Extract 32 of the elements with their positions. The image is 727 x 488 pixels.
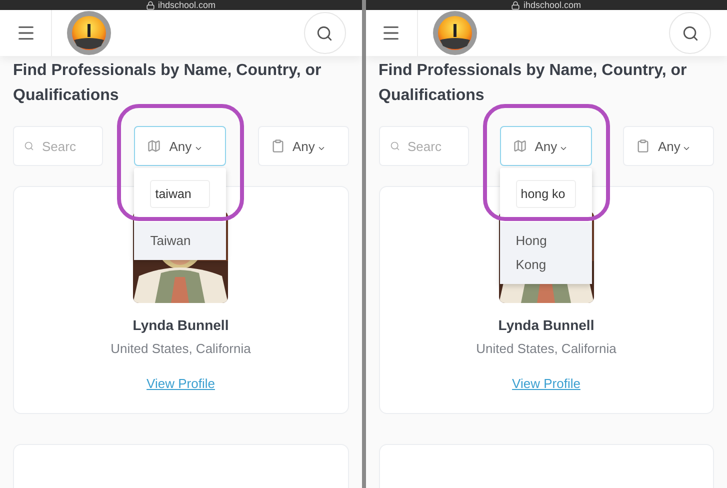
clipboard-icon [636, 139, 650, 153]
dropdown-search-field[interactable]: hong ko [516, 180, 576, 208]
search-button[interactable] [304, 12, 346, 54]
dropdown-option[interactable]: Hong Kong [500, 222, 592, 284]
map-icon [512, 139, 527, 153]
lock-icon [511, 0, 520, 10]
search-icon [24, 139, 34, 153]
search-icon [390, 139, 400, 153]
filter-select[interactable]: Any [623, 126, 714, 166]
profile-name: Lynda Bunnell [132, 317, 229, 333]
filter-select[interactable]: Any [258, 126, 348, 166]
search-field[interactable]: Searc [42, 138, 92, 154]
profile-name: Lynda Bunnell [498, 317, 594, 333]
search-icon [682, 24, 698, 42]
search-field[interactable]: Searc [408, 138, 458, 154]
clipboard-icon [270, 139, 284, 153]
search-button[interactable] [669, 12, 711, 54]
search-icon [316, 24, 333, 42]
lock-icon [146, 0, 155, 10]
search-bar[interactable]: Searc [378, 126, 468, 166]
filter-select[interactable]: Any [134, 126, 226, 166]
dropdown-search-field[interactable]: taiwan [150, 180, 210, 208]
map-icon [147, 139, 162, 153]
profile-location: United States, California [476, 341, 616, 356]
search-bar[interactable]: Searc [13, 126, 103, 166]
dropdown-option[interactable]: Taiwan [134, 222, 226, 260]
profile-location: United States, California [110, 341, 251, 356]
url-text: ihdschool.com [523, 0, 582, 10]
page-title: Find Professionals by Name, Country, or Qualifications [378, 61, 688, 106]
url-text: ihdschool.com [158, 0, 216, 10]
page-title: Find Professionals by Name, Country, or Qualifications [13, 61, 322, 106]
filter-select[interactable]: Any [500, 126, 592, 166]
